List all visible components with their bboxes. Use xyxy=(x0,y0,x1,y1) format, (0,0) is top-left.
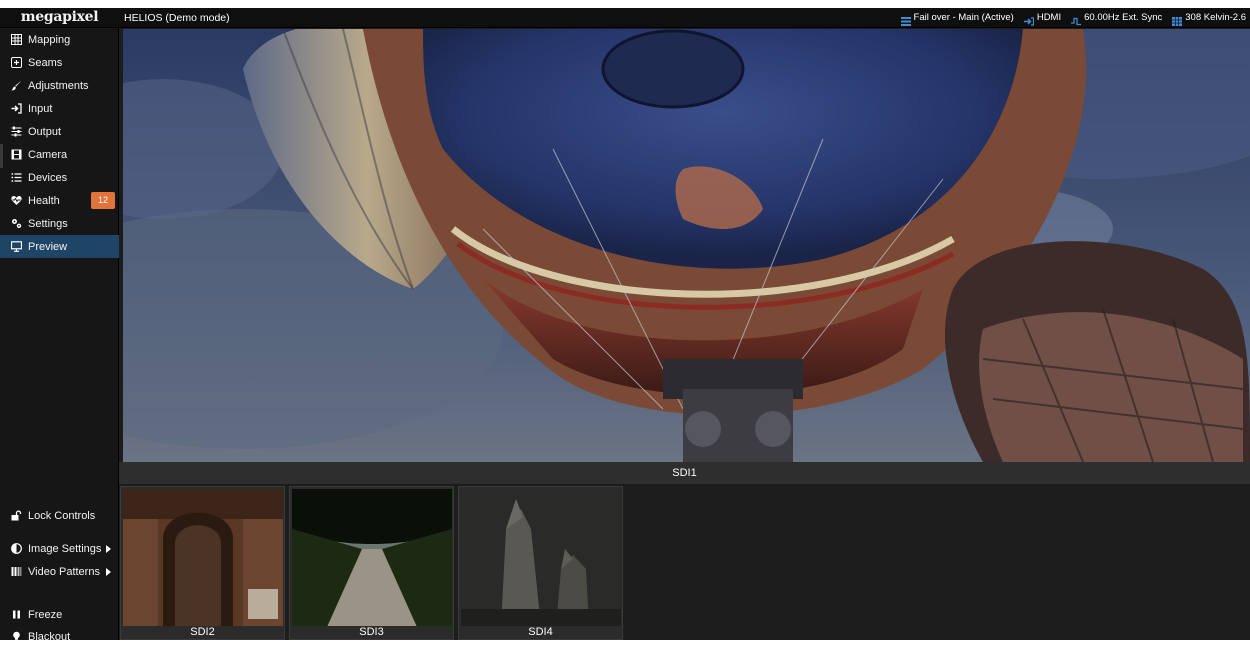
sidebar-item-devices[interactable]: Devices xyxy=(0,166,119,189)
failover-status[interactable]: Fail over - Main (Active) xyxy=(914,8,1014,28)
sidebar-item-adjustments[interactable]: Adjustments xyxy=(0,74,119,97)
image-settings-menu[interactable]: Image Settings xyxy=(0,537,119,560)
thumbnail-sdi4[interactable]: SDI4 xyxy=(458,486,623,640)
balloons-photo xyxy=(123,29,1250,462)
test-pattern-icon xyxy=(10,566,22,578)
kelvin-status[interactable]: 308 Kelvin-2.6 xyxy=(1185,8,1246,28)
gears-icon xyxy=(10,218,22,230)
sidebar-item-seams[interactable]: Seams xyxy=(0,51,119,74)
caret-right-icon xyxy=(106,545,111,553)
lock-controls-button[interactable]: Lock Controls xyxy=(0,504,119,527)
thumbnail-sdi3[interactable]: SDI3 xyxy=(289,486,454,640)
list-icon xyxy=(10,172,22,184)
status-bar: Fail over - Main (Active) HDMI 60.00Hz E… xyxy=(900,8,1246,28)
unlock-icon xyxy=(10,510,22,522)
heartbeat-icon xyxy=(10,195,22,207)
grid-icon xyxy=(10,34,22,46)
app-window: megapixel HELIOS (Demo mode) Fail over -… xyxy=(0,8,1250,643)
sign-in-icon xyxy=(10,103,22,115)
sidebar-item-output[interactable]: Output xyxy=(0,120,119,143)
sidebar-item-health[interactable]: Health 12 xyxy=(0,189,119,212)
thumbnail-image xyxy=(292,489,452,627)
film-icon xyxy=(10,149,22,161)
sidebar-item-label: Input xyxy=(28,102,53,115)
pause-icon xyxy=(10,609,22,621)
sidebar-item-camera[interactable]: Camera xyxy=(0,143,119,166)
pulse-icon xyxy=(1071,14,1082,25)
contrast-icon xyxy=(10,543,22,555)
thumbnail-image xyxy=(461,489,621,627)
sidebar-item-label: Adjustments xyxy=(28,79,89,92)
freeze-label: Freeze xyxy=(28,608,63,621)
video-patterns-label: Video Patterns xyxy=(28,565,100,578)
sync-status[interactable]: 60.00Hz Ext. Sync xyxy=(1084,8,1162,28)
sidebar-item-label: Preview xyxy=(28,240,68,253)
monitor-icon xyxy=(10,241,22,253)
lightbulb-icon xyxy=(10,631,22,643)
main-preview-label: SDI1 xyxy=(119,462,1250,484)
app-title: HELIOS (Demo mode) xyxy=(124,12,230,24)
sidebar-item-label: Camera xyxy=(28,148,68,161)
sidebar-item-label: Seams xyxy=(28,56,63,69)
plus-square-icon xyxy=(10,57,22,69)
sidebar-item-preview[interactable]: Preview xyxy=(0,235,119,258)
thumbnail-label: SDI4 xyxy=(459,626,622,639)
thumbnail-label: SDI2 xyxy=(121,626,284,639)
sidebar-item-mapping[interactable]: Mapping xyxy=(0,28,119,51)
health-alert-badge: 12 xyxy=(91,192,115,209)
sidebar-item-label: Health xyxy=(28,194,60,207)
sidebar-item-label: Output xyxy=(28,125,62,138)
input-arrow-icon xyxy=(1023,14,1034,26)
blackout-label: Blackout xyxy=(28,630,71,643)
thumbnail-sdi2[interactable]: SDI2 xyxy=(120,486,285,640)
sidebar: Mapping Seams Adjustments Input Output C… xyxy=(0,28,119,643)
input-status[interactable]: HDMI xyxy=(1037,8,1061,28)
megapixel-logo: megapixel xyxy=(20,9,99,25)
brush-icon xyxy=(10,80,22,92)
video-patterns-menu[interactable]: Video Patterns xyxy=(0,560,119,583)
sidebar-item-label: Mapping xyxy=(28,33,71,46)
image-settings-label: Image Settings xyxy=(28,542,102,555)
main-preview-image[interactable] xyxy=(123,29,1250,462)
freeze-button[interactable]: Freeze xyxy=(0,603,119,626)
sidebar-item-label: Settings xyxy=(28,217,68,230)
thumbnail-label: SDI3 xyxy=(290,626,453,639)
top-bar: megapixel HELIOS (Demo mode) Fail over -… xyxy=(0,8,1250,28)
blackout-button[interactable]: Blackout xyxy=(0,625,119,648)
sidebar-item-input[interactable]: Input xyxy=(0,97,119,120)
sidebar-item-settings[interactable]: Settings xyxy=(0,212,119,235)
sliders-icon xyxy=(10,126,22,138)
thumbnail-image xyxy=(123,489,283,627)
failover-icon xyxy=(900,14,911,26)
sidebar-item-label: Devices xyxy=(28,171,68,184)
caret-right-icon xyxy=(106,568,111,576)
panel-grid-icon xyxy=(1172,14,1183,26)
lock-controls-label: Lock Controls xyxy=(28,509,96,522)
